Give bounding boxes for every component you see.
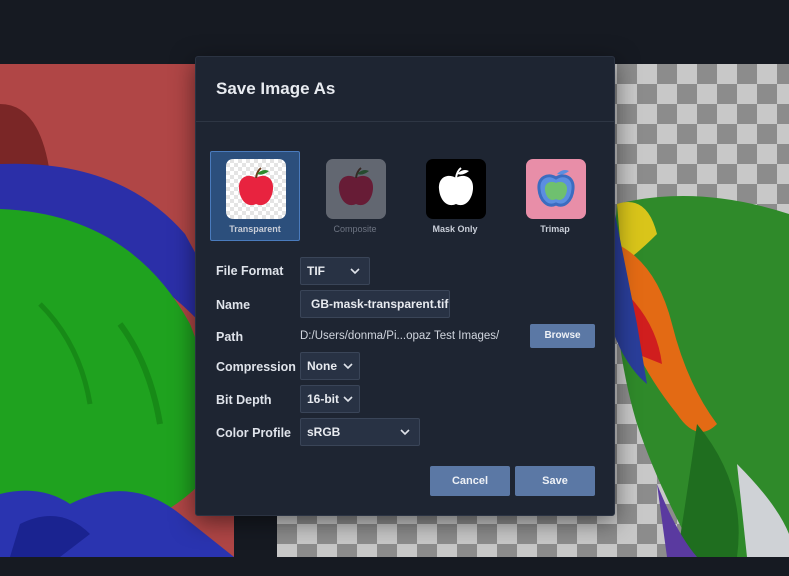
dialog-title: Save Image As xyxy=(216,79,336,98)
apple-icon xyxy=(326,159,386,219)
file-format-value: TIF xyxy=(307,264,325,278)
option-label: Trimap xyxy=(540,224,570,234)
compression-select[interactable]: None xyxy=(300,352,360,380)
option-label: Transparent xyxy=(229,224,281,234)
option-trimap[interactable]: Trimap xyxy=(510,151,600,241)
apple-icon xyxy=(226,159,286,219)
dialog-header: Save Image As xyxy=(196,57,614,122)
chevron-down-icon xyxy=(343,363,353,370)
cancel-button[interactable]: Cancel xyxy=(430,466,510,496)
export-type-options: Transparent Composite Mask Only Trimap xyxy=(210,151,600,243)
option-label: Composite xyxy=(333,224,377,234)
path-label: Path xyxy=(216,330,244,344)
bit-depth-value: 16-bit xyxy=(307,392,340,406)
chevron-down-icon xyxy=(343,396,353,403)
app-window: Save Image As Transparent Composite Mask… xyxy=(0,0,789,576)
chevron-down-icon xyxy=(400,429,410,436)
bit-depth-label: Bit Depth xyxy=(216,393,272,407)
color-profile-select[interactable]: sRGB xyxy=(300,418,420,446)
browse-button[interactable]: Browse xyxy=(530,324,595,348)
color-profile-value: sRGB xyxy=(307,425,341,439)
option-transparent[interactable]: Transparent xyxy=(210,151,300,241)
save-button[interactable]: Save xyxy=(515,466,595,496)
color-profile-label: Color Profile xyxy=(216,426,292,440)
apple-icon xyxy=(426,159,486,219)
option-composite[interactable]: Composite xyxy=(310,151,400,241)
compression-value: None xyxy=(307,359,337,373)
option-mask-only[interactable]: Mask Only xyxy=(410,151,500,241)
file-format-select[interactable]: TIF xyxy=(300,257,370,285)
chevron-down-icon xyxy=(350,268,360,275)
apple-icon xyxy=(526,159,586,219)
save-image-dialog: Save Image As Transparent Composite Mask… xyxy=(195,56,615,516)
bit-depth-select[interactable]: 16-bit xyxy=(300,385,360,413)
option-label: Mask Only xyxy=(432,224,478,234)
name-label: Name xyxy=(216,298,251,312)
compression-label: Compression xyxy=(216,360,296,374)
name-field[interactable]: GB-mask-transparent.tif xyxy=(300,290,450,318)
file-format-label: File Format xyxy=(216,264,284,278)
path-value: D:/Users/donma/Pi...opaz Test Images/ xyxy=(300,330,500,342)
